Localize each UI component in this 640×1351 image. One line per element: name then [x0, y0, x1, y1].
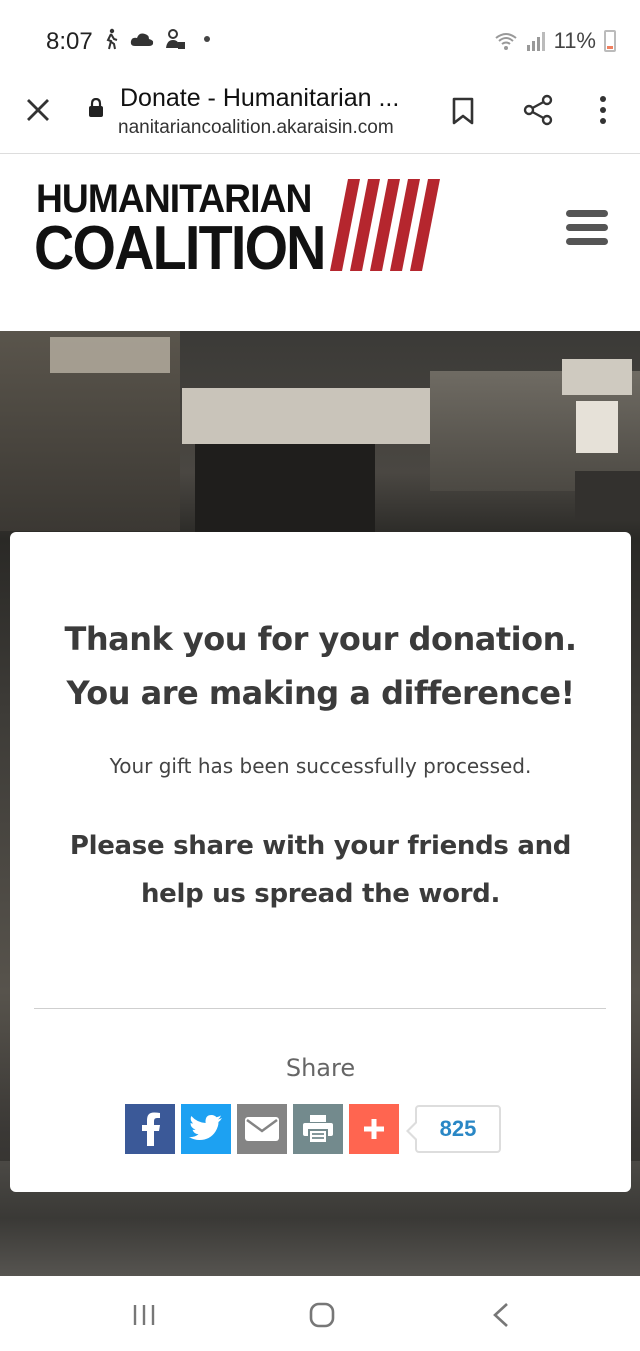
processed-message: Your gift has been successfully processe… — [109, 754, 532, 778]
divider — [34, 1008, 606, 1009]
signal-icon — [526, 32, 545, 51]
status-time: 8:07 — [46, 28, 93, 55]
confirmation-card: Thank you for your donation. You are mak… — [10, 532, 631, 1192]
status-icons-right: 11% — [494, 28, 616, 54]
browser-toolbar: Donate - Humanitarian ... nanitariancoal… — [0, 80, 640, 154]
share-request: Please share with your friends and help … — [10, 822, 631, 918]
email-icon — [245, 1117, 279, 1141]
print-icon — [303, 1115, 333, 1144]
site-header: HUMANITARIAN COALITION — [0, 155, 640, 331]
facebook-icon — [142, 1112, 160, 1146]
thank-you-heading: Thank you for your donation. You are mak… — [10, 612, 631, 720]
home-icon[interactable] — [309, 1302, 335, 1328]
status-icons-left — [102, 28, 210, 50]
screen: 8:07 11% Donate - Humanitarian ... nanit… — [0, 0, 640, 1351]
back-icon[interactable] — [492, 1302, 510, 1328]
lock-icon — [89, 98, 103, 117]
share-request-line-2: help us spread the word. — [140, 879, 501, 909]
browser-page-title[interactable]: Donate - Humanitarian ... — [120, 84, 420, 113]
notification-icon — [166, 29, 185, 49]
facebook-share-button[interactable] — [125, 1104, 175, 1154]
more-share-button[interactable] — [349, 1104, 399, 1154]
wifi-icon — [494, 33, 517, 50]
share-icon[interactable] — [522, 94, 554, 126]
logo-text-bottom[interactable]: COALITION — [34, 213, 326, 284]
twitter-icon — [189, 1115, 222, 1140]
share-count-badge: 825 — [406, 1105, 501, 1153]
browser-url[interactable]: nanitariancoalition.akaraisin.com — [118, 117, 418, 139]
status-bar: 8:07 11% — [0, 0, 640, 80]
more-options-icon[interactable] — [595, 94, 611, 126]
status-dot — [204, 36, 210, 42]
share-label: Share — [285, 1054, 356, 1082]
plus-icon — [364, 1119, 384, 1139]
thank-you-line-1: Thank you for your donation. — [64, 620, 578, 658]
thank-you-line-2: You are making a difference! — [66, 674, 575, 712]
logo-stripes-icon — [330, 179, 440, 271]
battery-icon — [604, 30, 616, 52]
navigation-bar — [0, 1276, 640, 1351]
share-buttons: 825 — [125, 1104, 501, 1154]
share-request-line-1: Please share with your friends and — [69, 831, 572, 861]
cloud-icon — [130, 33, 154, 46]
battery-percent: 11% — [553, 28, 596, 53]
email-share-button[interactable] — [237, 1104, 287, 1154]
twitter-share-button[interactable] — [181, 1104, 231, 1154]
bookmark-icon[interactable] — [450, 97, 476, 125]
close-icon[interactable] — [24, 96, 52, 124]
print-share-button[interactable] — [293, 1104, 343, 1154]
walking-icon — [106, 28, 118, 50]
hamburger-menu-icon[interactable] — [566, 210, 608, 246]
recent-apps-icon[interactable] — [132, 1304, 156, 1326]
